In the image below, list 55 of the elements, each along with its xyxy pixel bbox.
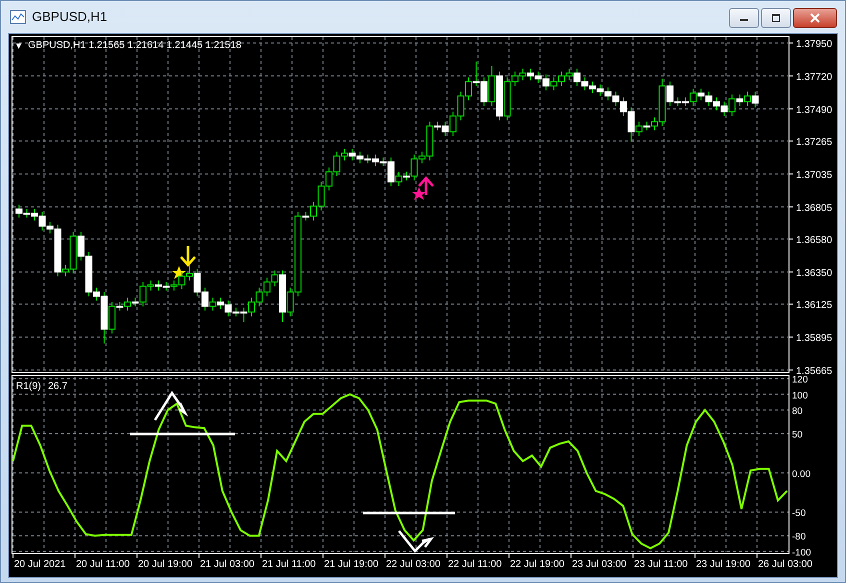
indicator-axis-label: -50: [792, 508, 806, 520]
chart-header: GBPUSD,H1 1.21565 1.21614 1.21445 1.21518: [28, 40, 242, 51]
time-axis-label: 21 Jul 03:00: [200, 559, 254, 570]
price-axis-label: 1.37950: [796, 39, 832, 50]
peak-arrow-drawing: [154, 390, 188, 422]
candlestick: [728, 94, 736, 116]
time-axis-label: 22 Jul 19:00: [510, 559, 564, 570]
indicator-axis-label: 0.00: [792, 468, 810, 480]
time-axis-label: 21 Jul 19:00: [324, 559, 378, 570]
candlestick: [690, 88, 697, 106]
candlestick: [636, 121, 642, 137]
time-axis-label: 23 Jul 19:00: [696, 559, 750, 570]
sell-arrow-icon: [180, 244, 196, 267]
indicator-reading: 26.7: [48, 381, 68, 392]
time-axis-label: 20 Jul 2021: [14, 559, 66, 570]
candlestick: [209, 297, 216, 312]
close-button[interactable]: [793, 8, 837, 28]
time-axis-label: 22 Jul 11:00: [448, 559, 502, 570]
minimize-button[interactable]: [729, 8, 759, 28]
indicator-name: R1(9): [16, 381, 42, 392]
price-axis-label: 1.35895: [796, 333, 832, 344]
price-axis-label: 1.35665: [796, 366, 832, 377]
trough-arrow-drawing: [398, 530, 434, 553]
price-axis-label: 1.37490: [796, 104, 832, 116]
time-axis-label: 26 Jul 03:00: [758, 559, 812, 570]
indicator-axis-label: 100: [792, 390, 808, 402]
candlestick: [744, 91, 751, 106]
close-icon: [809, 13, 821, 23]
time-axis-label: 20 Jul 19:00: [138, 559, 192, 570]
maximize-button[interactable]: [761, 8, 791, 28]
price-axis-label: 1.36350: [796, 268, 832, 279]
indicator-axis-label: -80: [792, 532, 806, 543]
indicator-axis-label: 50: [792, 430, 803, 441]
indicator-axis-label: 120: [792, 374, 808, 386]
window-title: GBPUSD,H1: [32, 9, 108, 24]
time-axis-label: 23 Jul 11:00: [634, 559, 688, 570]
time-axis-label: 22 Jul 03:00: [386, 559, 440, 570]
price-axis-label: 1.37265: [796, 137, 832, 148]
indicator-axis-label: 80: [792, 406, 803, 417]
candlestick: [124, 297, 131, 312]
price-axis-label: 1.36580: [796, 235, 832, 246]
price-axis-label: 1.37035: [796, 170, 832, 181]
price-axis-label: 1.36125: [796, 300, 832, 312]
time-axis-label: 21 Jul 11:00: [262, 559, 316, 570]
price-axis-label: 1.37720: [796, 72, 832, 83]
time-axis-label: 23 Jul 03:00: [572, 559, 626, 570]
star-icon: [412, 187, 426, 200]
chart-window-icon: [10, 10, 26, 24]
time-axis-label: 20 Jul 11:00: [76, 559, 130, 570]
price-axis-label: 1.36805: [796, 202, 832, 214]
candlestick: [108, 302, 116, 334]
indicator-axis-label: -100: [792, 547, 812, 558]
candlestick: [395, 171, 402, 187]
buy-arrow-icon: [418, 176, 434, 196]
maximize-icon: [771, 14, 781, 22]
